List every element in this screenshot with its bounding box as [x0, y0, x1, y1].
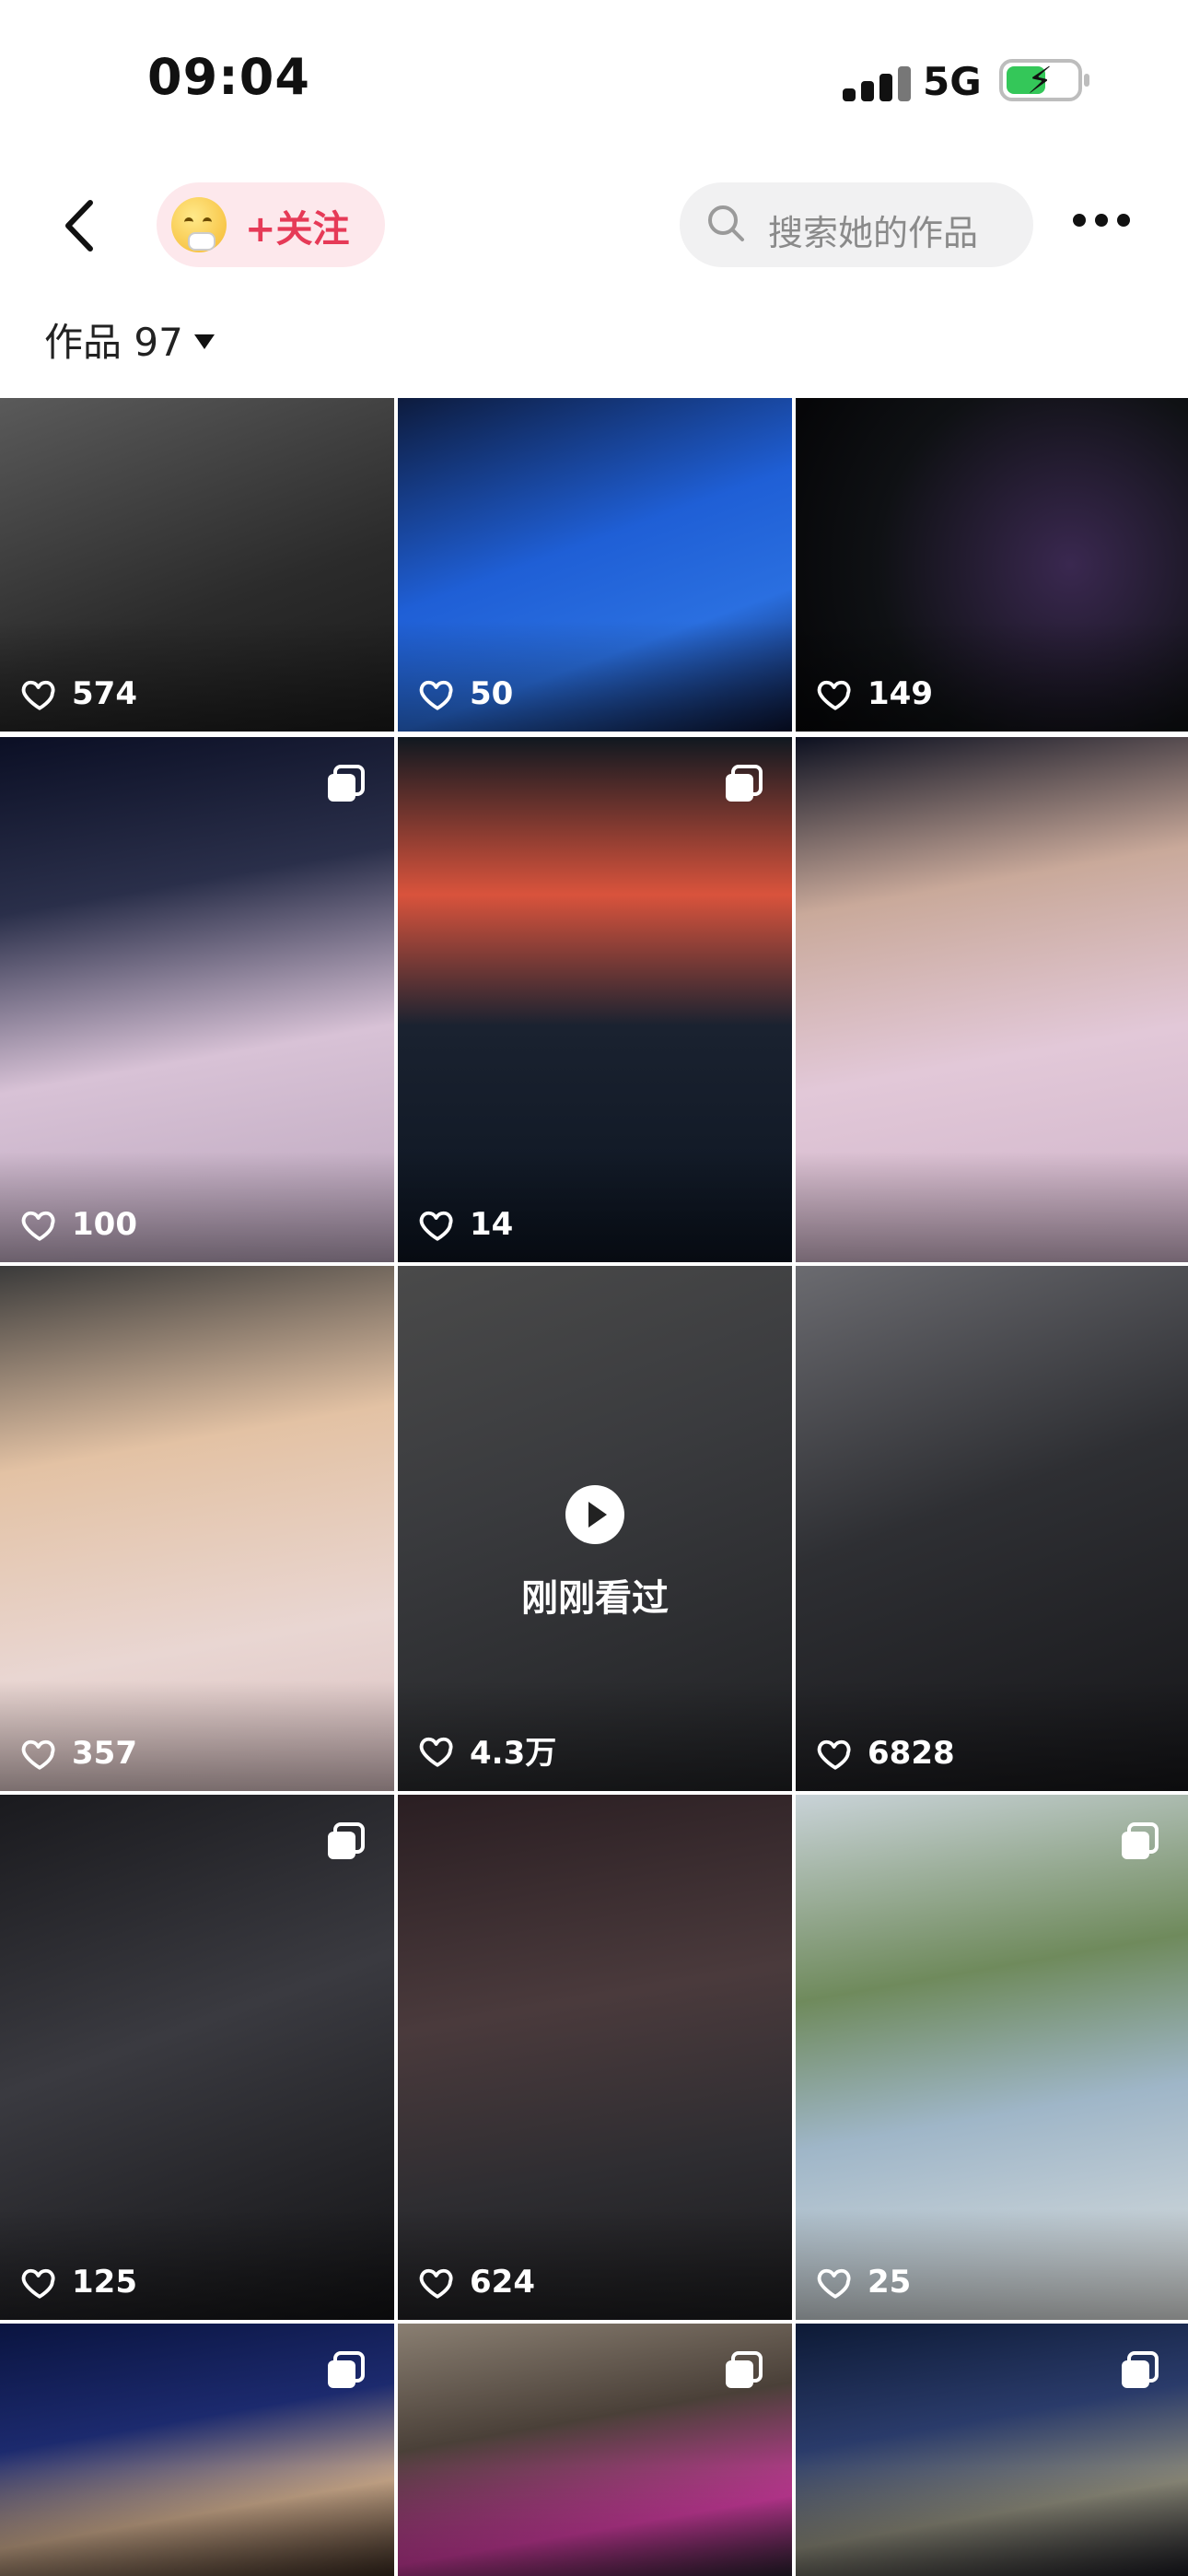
- back-arrow-icon: [65, 200, 93, 252]
- like-count-value: 574: [72, 675, 137, 712]
- search-icon: [708, 205, 744, 241]
- heart-icon: [419, 1737, 453, 1767]
- search-input[interactable]: 搜索她的作品: [680, 182, 1033, 267]
- like-count: 357: [20, 1734, 137, 1773]
- like-count-value: 357: [72, 1735, 137, 1772]
- signal-icon: [843, 61, 935, 101]
- battery-icon: ⚡: [999, 59, 1089, 101]
- multi-image-icon: [1122, 2351, 1159, 2388]
- like-count-value: 100: [72, 1206, 137, 1243]
- search-placeholder: 搜索她的作品: [768, 213, 979, 253]
- like-count: 6828: [816, 1734, 955, 1773]
- play-icon: [565, 1485, 624, 1544]
- shade-overlay: [398, 2465, 792, 2576]
- heart-icon: [21, 1211, 55, 1241]
- like-count: 125: [20, 2263, 137, 2301]
- dropdown-triangle-icon: [193, 334, 215, 349]
- network-type: 5G: [923, 59, 982, 104]
- grid-item[interactable]: 14: [398, 737, 792, 1262]
- multi-image-icon: [726, 765, 763, 802]
- multi-image-icon: [328, 2351, 365, 2388]
- like-count: 624: [418, 2263, 535, 2301]
- follow-button[interactable]: +关注: [157, 182, 385, 267]
- shade-overlay: [0, 2465, 394, 2576]
- works-count-label: 作品 97: [44, 320, 183, 365]
- like-count: 4.3万: [418, 1727, 556, 1773]
- heart-icon: [21, 1739, 55, 1770]
- follow-label: +关注: [245, 208, 350, 251]
- back-button[interactable]: [55, 193, 111, 258]
- like-count-value: 125: [72, 2264, 137, 2301]
- like-count: 14: [418, 1205, 513, 1244]
- like-count: 100: [20, 1205, 137, 1244]
- heart-icon: [817, 1739, 851, 1770]
- like-count: 50: [418, 674, 513, 713]
- grid-item[interactable]: [796, 2324, 1188, 2576]
- heart-icon: [419, 2268, 453, 2299]
- multi-image-icon: [1122, 1822, 1159, 1859]
- profile-header: +关注 搜索她的作品: [0, 175, 1188, 276]
- status-bar: 09:04 5G ⚡: [0, 0, 1188, 166]
- grid-item[interactable]: [796, 737, 1188, 1262]
- heart-icon: [21, 680, 55, 710]
- like-count-value: 624: [470, 2264, 535, 2301]
- shade-overlay: [796, 1152, 1188, 1262]
- grid-item[interactable]: 624: [398, 1795, 792, 2320]
- like-count: 574: [20, 674, 137, 713]
- multi-image-icon: [328, 1822, 365, 1859]
- more-button[interactable]: [1073, 214, 1137, 232]
- grid-item[interactable]: 100: [0, 737, 394, 1262]
- heart-icon: [817, 2268, 851, 2299]
- grid-item[interactable]: 149: [796, 398, 1188, 732]
- shade-overlay: [796, 2465, 1188, 2576]
- like-count-value: 149: [868, 675, 933, 712]
- grid-item[interactable]: 125: [0, 1795, 394, 2320]
- status-time: 09:04: [147, 48, 310, 106]
- heart-icon: [419, 680, 453, 710]
- avatar: [171, 197, 227, 252]
- like-count-value: 25: [868, 2264, 912, 2301]
- multi-image-icon: [726, 2351, 763, 2388]
- grid-item[interactable]: 357: [0, 1266, 394, 1791]
- works-filter[interactable]: 作品 97: [44, 311, 215, 368]
- heart-icon: [419, 1211, 453, 1241]
- grid-item[interactable]: [0, 2324, 394, 2576]
- like-count-value: 4.3万: [470, 1735, 557, 1772]
- like-count: 149: [816, 674, 933, 713]
- like-count-value: 50: [470, 675, 514, 712]
- recently-viewed-label: 刚刚看过: [521, 1577, 669, 1620]
- grid-item[interactable]: [398, 2324, 792, 2576]
- heart-icon: [21, 2268, 55, 2299]
- grid-item[interactable]: 574: [0, 398, 394, 732]
- grid-item[interactable]: 6828: [796, 1266, 1188, 1791]
- grid-item[interactable]: 50: [398, 398, 792, 732]
- multi-image-icon: [328, 765, 365, 802]
- like-count: 25: [816, 2263, 911, 2301]
- grid-item[interactable]: 25: [796, 1795, 1188, 2320]
- heart-icon: [817, 680, 851, 710]
- like-count-value: 14: [470, 1206, 514, 1243]
- grid-item[interactable]: 刚刚看过 4.3万: [398, 1266, 792, 1791]
- like-count-value: 6828: [868, 1735, 955, 1772]
